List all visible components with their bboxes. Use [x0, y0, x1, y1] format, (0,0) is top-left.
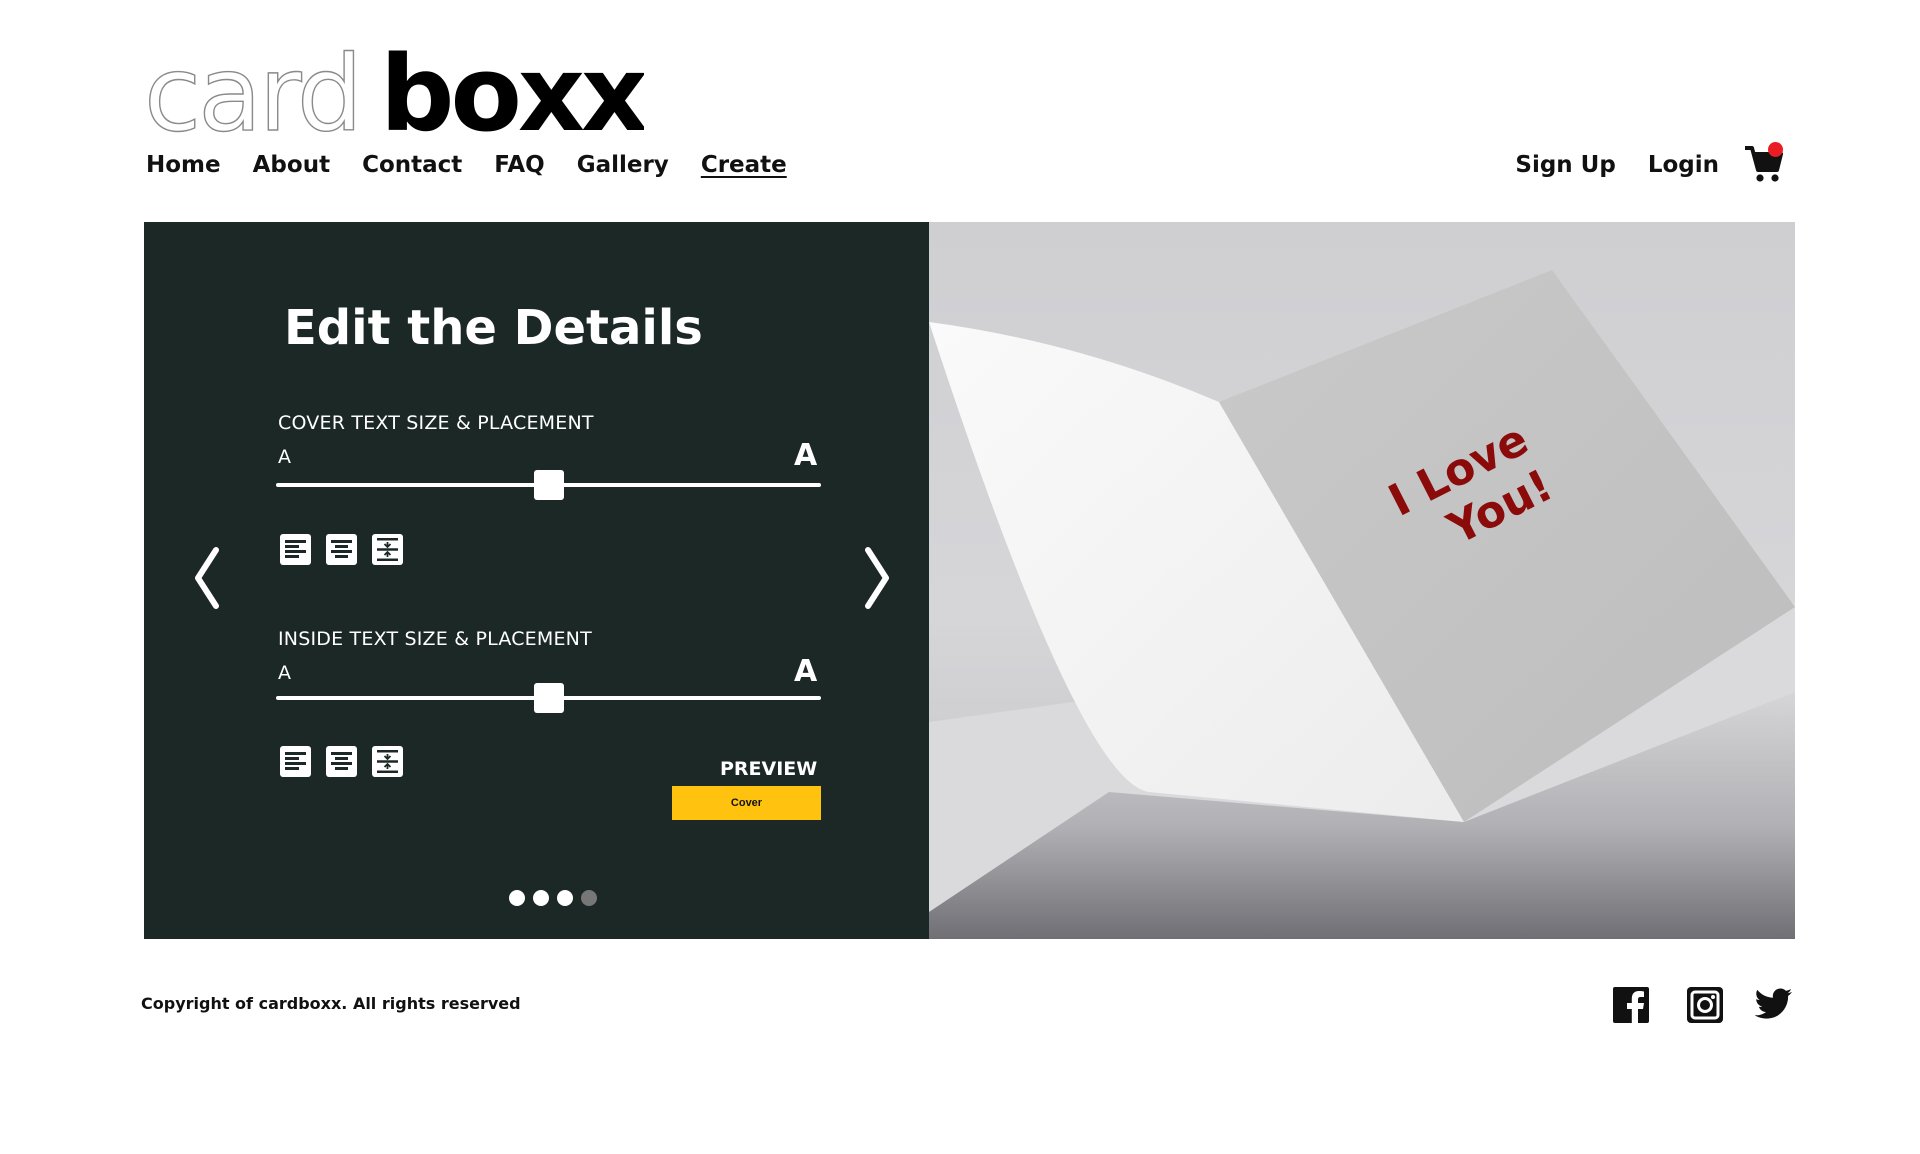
nav-faq[interactable]: FAQ [494, 152, 544, 178]
nav-contact[interactable]: Contact [362, 152, 462, 178]
cart-badge [1768, 142, 1783, 157]
editor-panel: Edit the Details COVER TEXT SIZE & PLACE… [144, 222, 929, 939]
step-dot-1[interactable] [509, 890, 525, 906]
main-nav: Home About Contact FAQ Gallery Create [146, 152, 819, 178]
align-left-icon [285, 540, 306, 558]
step-indicator [509, 890, 597, 906]
step-dot-3[interactable] [557, 890, 573, 906]
logo-bold-text: boxx [380, 38, 644, 138]
step-dot-4[interactable] [581, 890, 597, 906]
chevron-left-icon [195, 547, 219, 609]
nav-about[interactable]: About [253, 152, 330, 178]
inside-align-center-button[interactable] [326, 746, 357, 777]
instagram-icon [1687, 987, 1723, 1023]
greeting-card-illustration: I Love You! [929, 270, 1795, 939]
inside-size-min-glyph: A [278, 662, 291, 684]
card-preview-image: I Love You! [929, 222, 1795, 939]
login-link[interactable]: Login [1648, 152, 1719, 178]
vertical-center-icon [377, 750, 398, 773]
preview-cover-button[interactable]: Cover [672, 786, 821, 820]
inside-size-max-glyph: A [794, 654, 818, 689]
cover-section-label: COVER TEXT SIZE & PLACEMENT [278, 412, 594, 434]
copyright-text: Copyright of cardboxx. All rights reserv… [141, 994, 521, 1013]
cover-size-min-glyph: A [278, 446, 291, 468]
nav-home[interactable]: Home [146, 152, 221, 178]
cover-align-left-button[interactable] [280, 534, 311, 565]
cover-align-center-button[interactable] [326, 534, 357, 565]
nav-gallery[interactable]: Gallery [577, 152, 669, 178]
cart-button[interactable] [1744, 140, 1784, 184]
cover-vertical-center-button[interactable] [372, 534, 403, 565]
facebook-link[interactable] [1612, 986, 1650, 1024]
brand-logo[interactable]: card boxx [144, 38, 644, 138]
inside-section-label: INSIDE TEXT SIZE & PLACEMENT [278, 628, 592, 650]
cover-size-max-glyph: A [794, 438, 818, 473]
align-center-icon [331, 540, 352, 558]
auth-links: Sign Up Login [1515, 152, 1719, 178]
twitter-icon [1754, 988, 1792, 1019]
facebook-icon [1613, 987, 1649, 1024]
preview-label: PREVIEW [720, 758, 818, 780]
cover-size-slider-thumb[interactable] [533, 470, 564, 500]
signup-link[interactable]: Sign Up [1515, 152, 1615, 178]
align-center-icon [331, 752, 352, 770]
vertical-center-icon [377, 538, 398, 561]
instagram-link[interactable] [1686, 986, 1724, 1024]
twitter-link[interactable] [1754, 986, 1792, 1024]
nav-create[interactable]: Create [701, 152, 787, 178]
inside-size-slider-thumb[interactable] [533, 683, 564, 713]
next-step-button[interactable] [860, 546, 896, 610]
align-left-icon [285, 752, 306, 770]
chevron-right-icon [865, 547, 889, 609]
page-title: Edit the Details [284, 300, 703, 356]
inside-align-left-button[interactable] [280, 746, 311, 777]
inside-vertical-center-button[interactable] [372, 746, 403, 777]
step-dot-2[interactable] [533, 890, 549, 906]
prev-step-button[interactable] [188, 546, 224, 610]
logo-light-text: card [144, 38, 360, 138]
